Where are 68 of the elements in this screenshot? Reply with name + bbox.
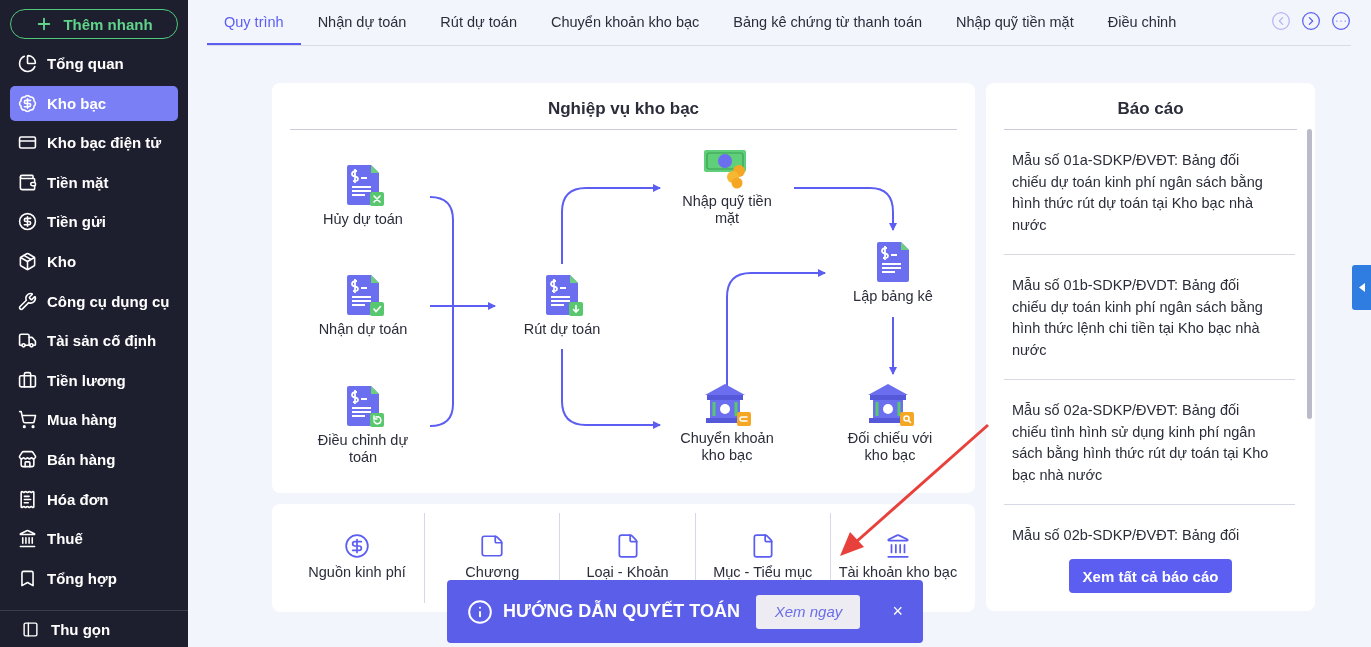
- info-icon: [467, 598, 493, 625]
- package-icon: [18, 251, 37, 271]
- sidebar-item[interactable]: Tiền lương: [10, 362, 178, 398]
- close-button[interactable]: ×: [886, 601, 909, 622]
- report-item[interactable]: Mẫu số 01b-SDKP/ĐVDT: Bảng đối chiếu dự toán kinh phí ngân sách bằng hình thức lệnh chi tiền tại Kho bạc nhà nước: [1004, 255, 1295, 380]
- store-icon: [18, 449, 37, 469]
- category-label[interactable]: Tài khoản kho bạc: [838, 564, 958, 580]
- sidebar-item[interactable]: Công cụ dụng cụ: [10, 283, 178, 319]
- wrench-icon: [18, 291, 37, 311]
- sidebar-item[interactable]: Tài sản cố định: [10, 323, 178, 359]
- tab[interactable]: Bảng kê chứng từ thanh toán: [716, 0, 940, 45]
- sidebar-item[interactable]: Tiền mặt: [10, 164, 178, 200]
- sidebar-item[interactable]: Tổng hợp: [10, 560, 178, 596]
- bookmark-icon: [18, 568, 37, 588]
- more-icon[interactable]: [1331, 10, 1351, 31]
- report-item[interactable]: Mẫu số 02a-SDKP/ĐVĐT: Bảng đối chiếu tình hình sử dụng kinh phí ngân sách bằng hình thức rút dự toán tại Kho bạc nhà nước: [1004, 380, 1295, 505]
- tab[interactable]: Nhận dự toán: [300, 0, 424, 45]
- node-label[interactable]: Lập bảng kê: [838, 288, 948, 305]
- tab[interactable]: Điều chỉnh: [1090, 0, 1194, 45]
- category-label[interactable]: Nguồn kinh phí: [308, 564, 406, 580]
- card-title: Nghiệp vụ kho bạc: [290, 83, 957, 130]
- panel-toggle[interactable]: [1352, 265, 1371, 310]
- receipt-icon: [18, 489, 37, 509]
- collapse-button[interactable]: Thu gọn: [0, 610, 188, 647]
- sidebar-item[interactable]: Tiền gửi: [10, 204, 178, 240]
- report-item[interactable]: Mẫu số 01a-SDKP/ĐVĐT: Bảng đối chiếu dự toán kinh phí ngân sách bằng hình thức rút dự toán tại Kho bạc nhà nước: [1004, 130, 1295, 255]
- view-all-button[interactable]: Xem tất cả báo cáo: [1068, 559, 1233, 593]
- category-label[interactable]: Mục - Tiểu mục: [713, 564, 813, 580]
- category-label[interactable]: Chương: [465, 564, 520, 580]
- node-label[interactable]: Nhận dự toán: [308, 321, 418, 338]
- truck-icon: [18, 331, 37, 351]
- flow-arrow: [889, 316, 897, 375]
- next-icon[interactable]: [1301, 10, 1321, 31]
- wallet-icon: [18, 172, 37, 192]
- bank-icon: [18, 529, 37, 549]
- tab[interactable]: Chuyển khoản kho bạc: [534, 0, 717, 45]
- sidebar-item[interactable]: Kho: [10, 243, 178, 279]
- sidebar-item[interactable]: Bán hàng: [10, 441, 178, 477]
- cart-icon: [18, 410, 37, 430]
- caret-icon: [1358, 283, 1365, 292]
- node-label[interactable]: Đối chiếu với kho bạc: [835, 430, 945, 464]
- panel-icon: [22, 620, 39, 638]
- tab[interactable]: Quy trình: [207, 0, 301, 45]
- banner-title: HƯỚNG DẪN QUYẾT TOÁN: [503, 601, 740, 622]
- node-label[interactable]: Rút dự toán: [507, 321, 617, 338]
- node-label[interactable]: Điều chỉnh dự toán: [308, 432, 418, 466]
- card-title: Báo cáo: [1004, 83, 1297, 130]
- dollar-icon[interactable]: [344, 533, 371, 559]
- scrollbar[interactable]: [1307, 129, 1312, 419]
- bank-icon[interactable]: [884, 533, 911, 559]
- category-label[interactable]: Loại - Khoản: [586, 564, 669, 580]
- briefcase-icon: [18, 370, 37, 390]
- tab[interactable]: Rút dự toán: [423, 0, 534, 45]
- node-label[interactable]: Hủy dự toán: [308, 211, 418, 228]
- sidebar-item[interactable]: Tổng quan: [10, 46, 178, 81]
- coin-icon: [18, 212, 37, 232]
- sidebar-item[interactable]: Thuế: [10, 521, 178, 557]
- note-icon[interactable]: [479, 533, 506, 559]
- node-label[interactable]: Nhập quỹ tiền mặt: [672, 193, 782, 227]
- sidebar-item[interactable]: Kho bạc điện tử: [10, 125, 178, 161]
- tab[interactable]: Nhập quỹ tiền mặt: [939, 0, 1091, 45]
- sidebar-item[interactable]: Hóa đơn: [10, 481, 178, 517]
- view-now-button[interactable]: Xem ngay: [756, 594, 861, 629]
- pie-chart-icon: [18, 54, 37, 73]
- dollar-badge-icon: [18, 93, 37, 113]
- node-label[interactable]: Chuyển khoản kho bạc: [672, 430, 782, 464]
- merge-arrow: [429, 302, 496, 310]
- sidebar-item[interactable]: Mua hàng: [10, 402, 178, 438]
